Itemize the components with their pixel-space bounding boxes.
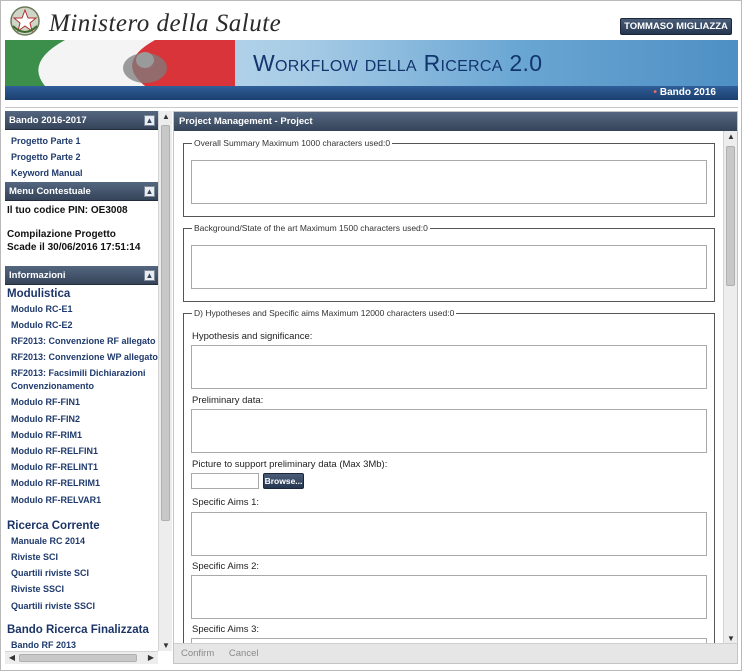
form-footer: Confirm Cancel (174, 643, 737, 663)
left-sidebar: Bando 2016-2017 ▲ Progetto Parte 1 Proge… (5, 111, 158, 651)
group-title-modulistica: Modulistica (7, 287, 71, 300)
banner: Workflow della Ricerca 2.0 (5, 40, 738, 86)
overall-summary-textarea[interactable] (191, 160, 707, 204)
sidebar-link-modulistica[interactable]: Modulo RF-FIN1 (5, 394, 158, 410)
sidebar-horizontal-scrollbar[interactable]: ◀ ▶ (5, 651, 158, 664)
section-header-informazioni[interactable]: Informazioni ▲ (5, 265, 158, 285)
sidebar-link-modulistica[interactable]: RF2013: Convenzione RF allegato 1 (5, 333, 158, 349)
user-button[interactable]: TOMMASO MIGLIAZZA (620, 18, 732, 35)
specific-aims-2-label: Specific Aims 2: (192, 561, 260, 572)
compilazione-text: Compilazione Progetto (7, 228, 116, 240)
scroll-up-icon[interactable]: ▲ (159, 112, 173, 121)
overall-summary-legend: Overall Summary Maximum 1000 characters … (194, 138, 391, 148)
main-panel-title: Project Management - Project (174, 112, 737, 131)
sidebar-link-modulistica[interactable]: Modulo RF-RELINT1 (5, 459, 158, 475)
sidebar-link-ricerca-corrente[interactable]: Quartili riviste SSCI (5, 598, 158, 614)
collapse-icon[interactable]: ▲ (144, 185, 155, 197)
scroll-right-icon[interactable]: ▶ (144, 653, 158, 662)
bullet-icon: • (653, 87, 657, 98)
section-header-bando[interactable]: Bando 2016-2017 ▲ (5, 111, 158, 130)
sidebar-link-modulistica[interactable]: Modulo RC-E2 (5, 317, 158, 333)
sidebar-link-modulistica[interactable]: RF2013: Facsimili Dichiarazioni Convenzi… (5, 365, 158, 394)
sidebar-link-modulistica[interactable]: Modulo RF-RIM1 (5, 427, 158, 443)
sidebar-link-ricerca-corrente[interactable]: Riviste SSCI (5, 581, 158, 597)
background-textarea[interactable] (191, 245, 707, 289)
hypothesis-label: Hypothesis and significance: (192, 331, 313, 342)
italian-emblem-icon (10, 6, 40, 36)
preliminary-data-label: Preliminary data: (192, 395, 264, 406)
top-header: Ministero della Salute TOMMASO MIGLIAZZA (5, 4, 738, 40)
sidebar-link-modulistica[interactable]: Modulo RF-RELFIN1 (5, 443, 158, 459)
ministry-logo-text: Ministero della Salute (49, 10, 282, 37)
section-header-menu-contestuale[interactable]: Menu Contestuale ▲ (5, 181, 158, 201)
section-title: Bando 2016-2017 (9, 115, 87, 126)
preliminary-data-textarea[interactable] (191, 409, 707, 453)
sidebar-link-ricerca-corrente[interactable]: Manuale RC 2014 (5, 533, 158, 549)
hypotheses-legend: D) Hypotheses and Specific aims Maximum … (194, 308, 455, 318)
bando-subbar: • Bando 2016 (5, 86, 738, 100)
scrollbar-thumb[interactable] (19, 654, 137, 662)
hypothesis-textarea[interactable] (191, 345, 707, 389)
sidebar-link-modulistica[interactable]: RF2013: Convenzione WP allegato 1 (5, 349, 158, 365)
group-title-bando-rf: Bando Ricerca Finalizzata (7, 623, 149, 636)
project-form: Overall Summary Maximum 1000 characters … (174, 131, 724, 644)
sidebar-link-modulistica[interactable]: Modulo RC-E1 (5, 301, 158, 317)
sidebar-link-bando-rf[interactable]: Bando RF 2013 (5, 637, 158, 651)
collapse-icon[interactable]: ▲ (144, 115, 155, 126)
browse-button[interactable]: Browse... (263, 473, 304, 489)
background-fieldset: Background/State of the art Maximum 1500… (183, 223, 715, 302)
scrollbar-thumb[interactable] (726, 146, 735, 286)
specific-aims-1-textarea[interactable] (191, 512, 707, 556)
flag-banner-image (5, 40, 235, 86)
group-title-ricerca-corrente: Ricerca Corrente (7, 519, 100, 532)
background-legend: Background/State of the art Maximum 1500… (194, 223, 428, 233)
sidebar-link-progetto-parte-2[interactable]: Progetto Parte 2 (5, 149, 158, 165)
picture-file-input[interactable] (191, 473, 259, 489)
collapse-icon[interactable]: ▲ (144, 269, 155, 281)
pin-code-text: Il tuo codice PIN: OE3008 (7, 204, 128, 216)
sidebar-link-keyword-manual[interactable]: Keyword Manual (5, 165, 158, 181)
section-title: Informazioni (9, 269, 66, 281)
sidebar-link-modulistica[interactable]: Modulo RF-RELRIM1 (5, 475, 158, 491)
scroll-left-icon[interactable]: ◀ (5, 653, 19, 662)
sidebar-link-ricerca-corrente[interactable]: Riviste SCI (5, 549, 158, 565)
sidebar-link-ricerca-corrente[interactable]: Quartili riviste SCI (5, 565, 158, 581)
main-vertical-scrollbar[interactable]: ▲ ▼ (723, 131, 737, 644)
scroll-down-icon[interactable]: ▼ (724, 634, 738, 643)
bando-label: Bando 2016 (659, 87, 716, 98)
scrollbar-thumb[interactable] (161, 125, 170, 521)
overall-summary-fieldset: Overall Summary Maximum 1000 characters … (183, 138, 715, 217)
scroll-up-icon[interactable]: ▲ (724, 132, 738, 141)
sidebar-link-modulistica[interactable]: Modulo RF-FIN2 (5, 411, 158, 427)
header-divider (5, 100, 738, 108)
section-title: Menu Contestuale (9, 185, 91, 197)
specific-aims-3-label: Specific Aims 3: (192, 624, 260, 635)
scroll-down-icon[interactable]: ▼ (159, 641, 173, 650)
confirm-button[interactable]: Confirm (181, 648, 214, 659)
sidebar-link-modulistica[interactable]: Modulo RF-RELVAR1 (5, 492, 158, 508)
picture-label: Picture to support preliminary data (Max… (192, 459, 388, 470)
deadline-text: Scade il 30/06/2016 17:51:14 (7, 241, 141, 253)
cancel-button[interactable]: Cancel (229, 648, 259, 659)
hypotheses-fieldset: D) Hypotheses and Specific aims Maximum … (183, 308, 715, 644)
sidebar-vertical-scrollbar[interactable]: ▲ ▼ (158, 111, 172, 651)
main-panel: Project Management - Project Overall Sum… (173, 111, 738, 664)
sidebar-link-progetto-parte-1[interactable]: Progetto Parte 1 (5, 133, 158, 149)
specific-aims-1-label: Specific Aims 1: (192, 497, 260, 508)
banner-title: Workflow della Ricerca 2.0 (253, 50, 543, 76)
specific-aims-2-textarea[interactable] (191, 575, 707, 619)
